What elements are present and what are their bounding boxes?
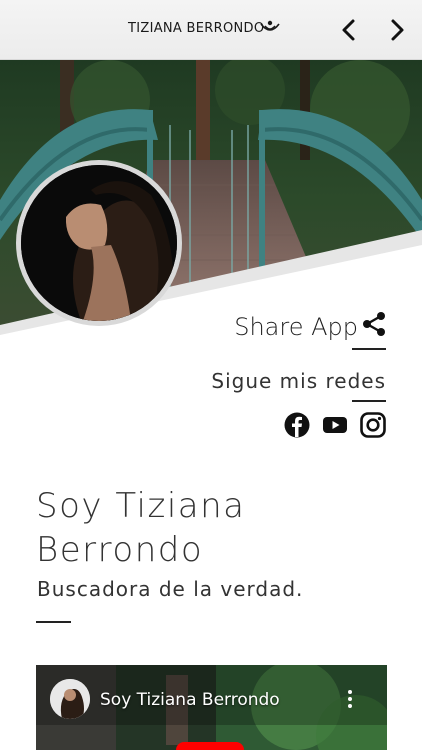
lotus-smile-icon [260,20,280,31]
previous-button[interactable] [338,18,360,42]
more-vertical-icon[interactable] [347,689,353,709]
avatar [16,160,182,326]
share-divider [352,348,386,350]
chevron-left-icon [342,19,355,41]
social-divider [352,400,386,402]
video-title: Soy Tiziana Berrondo [100,690,280,710]
youtube-icon[interactable] [322,412,348,438]
instagram-icon[interactable] [360,412,386,438]
profile-photo [21,165,177,321]
top-bar: TIZIANA BERRONDO [0,0,422,60]
social-links [284,412,386,438]
title-divider [36,621,71,623]
share-app-label: Share App [234,313,358,341]
social-heading: Sigue mis redes [211,369,386,393]
facebook-icon[interactable] [284,412,310,438]
channel-avatar [50,679,90,719]
share-app-button[interactable]: Share App [234,312,386,341]
page-title: Soy Tiziana Berrondo [36,486,246,570]
youtube-video-embed[interactable]: Soy Tiziana Berrondo [36,665,387,750]
page-subtitle: Buscadora de la verdad. [37,577,304,601]
next-button[interactable] [386,18,408,42]
brand-title: TIZIANA BERRONDO [128,21,265,36]
play-icon [176,742,244,750]
chevron-right-icon [391,19,404,41]
share-icon [363,312,385,336]
play-button[interactable] [176,742,244,750]
